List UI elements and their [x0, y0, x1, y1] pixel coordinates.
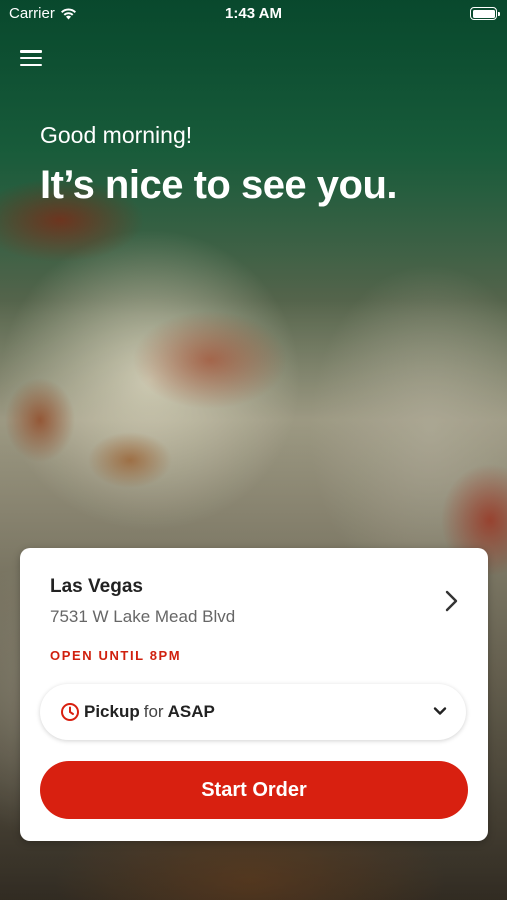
battery-icon — [470, 7, 500, 20]
battery-level — [472, 9, 495, 18]
order-mode-text: Pickup for ASAP — [84, 702, 215, 722]
order-mode-value: Pickup — [84, 702, 140, 721]
chevron-right-icon[interactable] — [440, 588, 462, 614]
hours-status: OPEN UNTIL 8PM — [50, 648, 182, 663]
clock-icon — [61, 703, 79, 721]
chevron-down-icon — [433, 707, 447, 715]
order-mode-connector: for — [143, 702, 164, 721]
location-card: Las Vegas 7531 W Lake Mead Blvd OPEN UNT… — [20, 548, 488, 841]
location-name[interactable]: Las Vegas — [50, 576, 143, 598]
menu-icon[interactable] — [20, 48, 42, 68]
order-time-value: ASAP — [167, 702, 215, 721]
location-address[interactable]: 7531 W Lake Mead Blvd — [50, 607, 235, 627]
clock-time: 1:43 AM — [225, 5, 282, 22]
page-headline: It’s nice to see you. — [40, 163, 398, 207]
status-bar: Carrier 1:43 AM — [0, 0, 507, 28]
greeting-text: Good morning! — [40, 122, 193, 148]
order-mode-dropdown[interactable]: Pickup for ASAP — [40, 684, 466, 740]
start-order-button[interactable]: Start Order — [40, 761, 468, 819]
